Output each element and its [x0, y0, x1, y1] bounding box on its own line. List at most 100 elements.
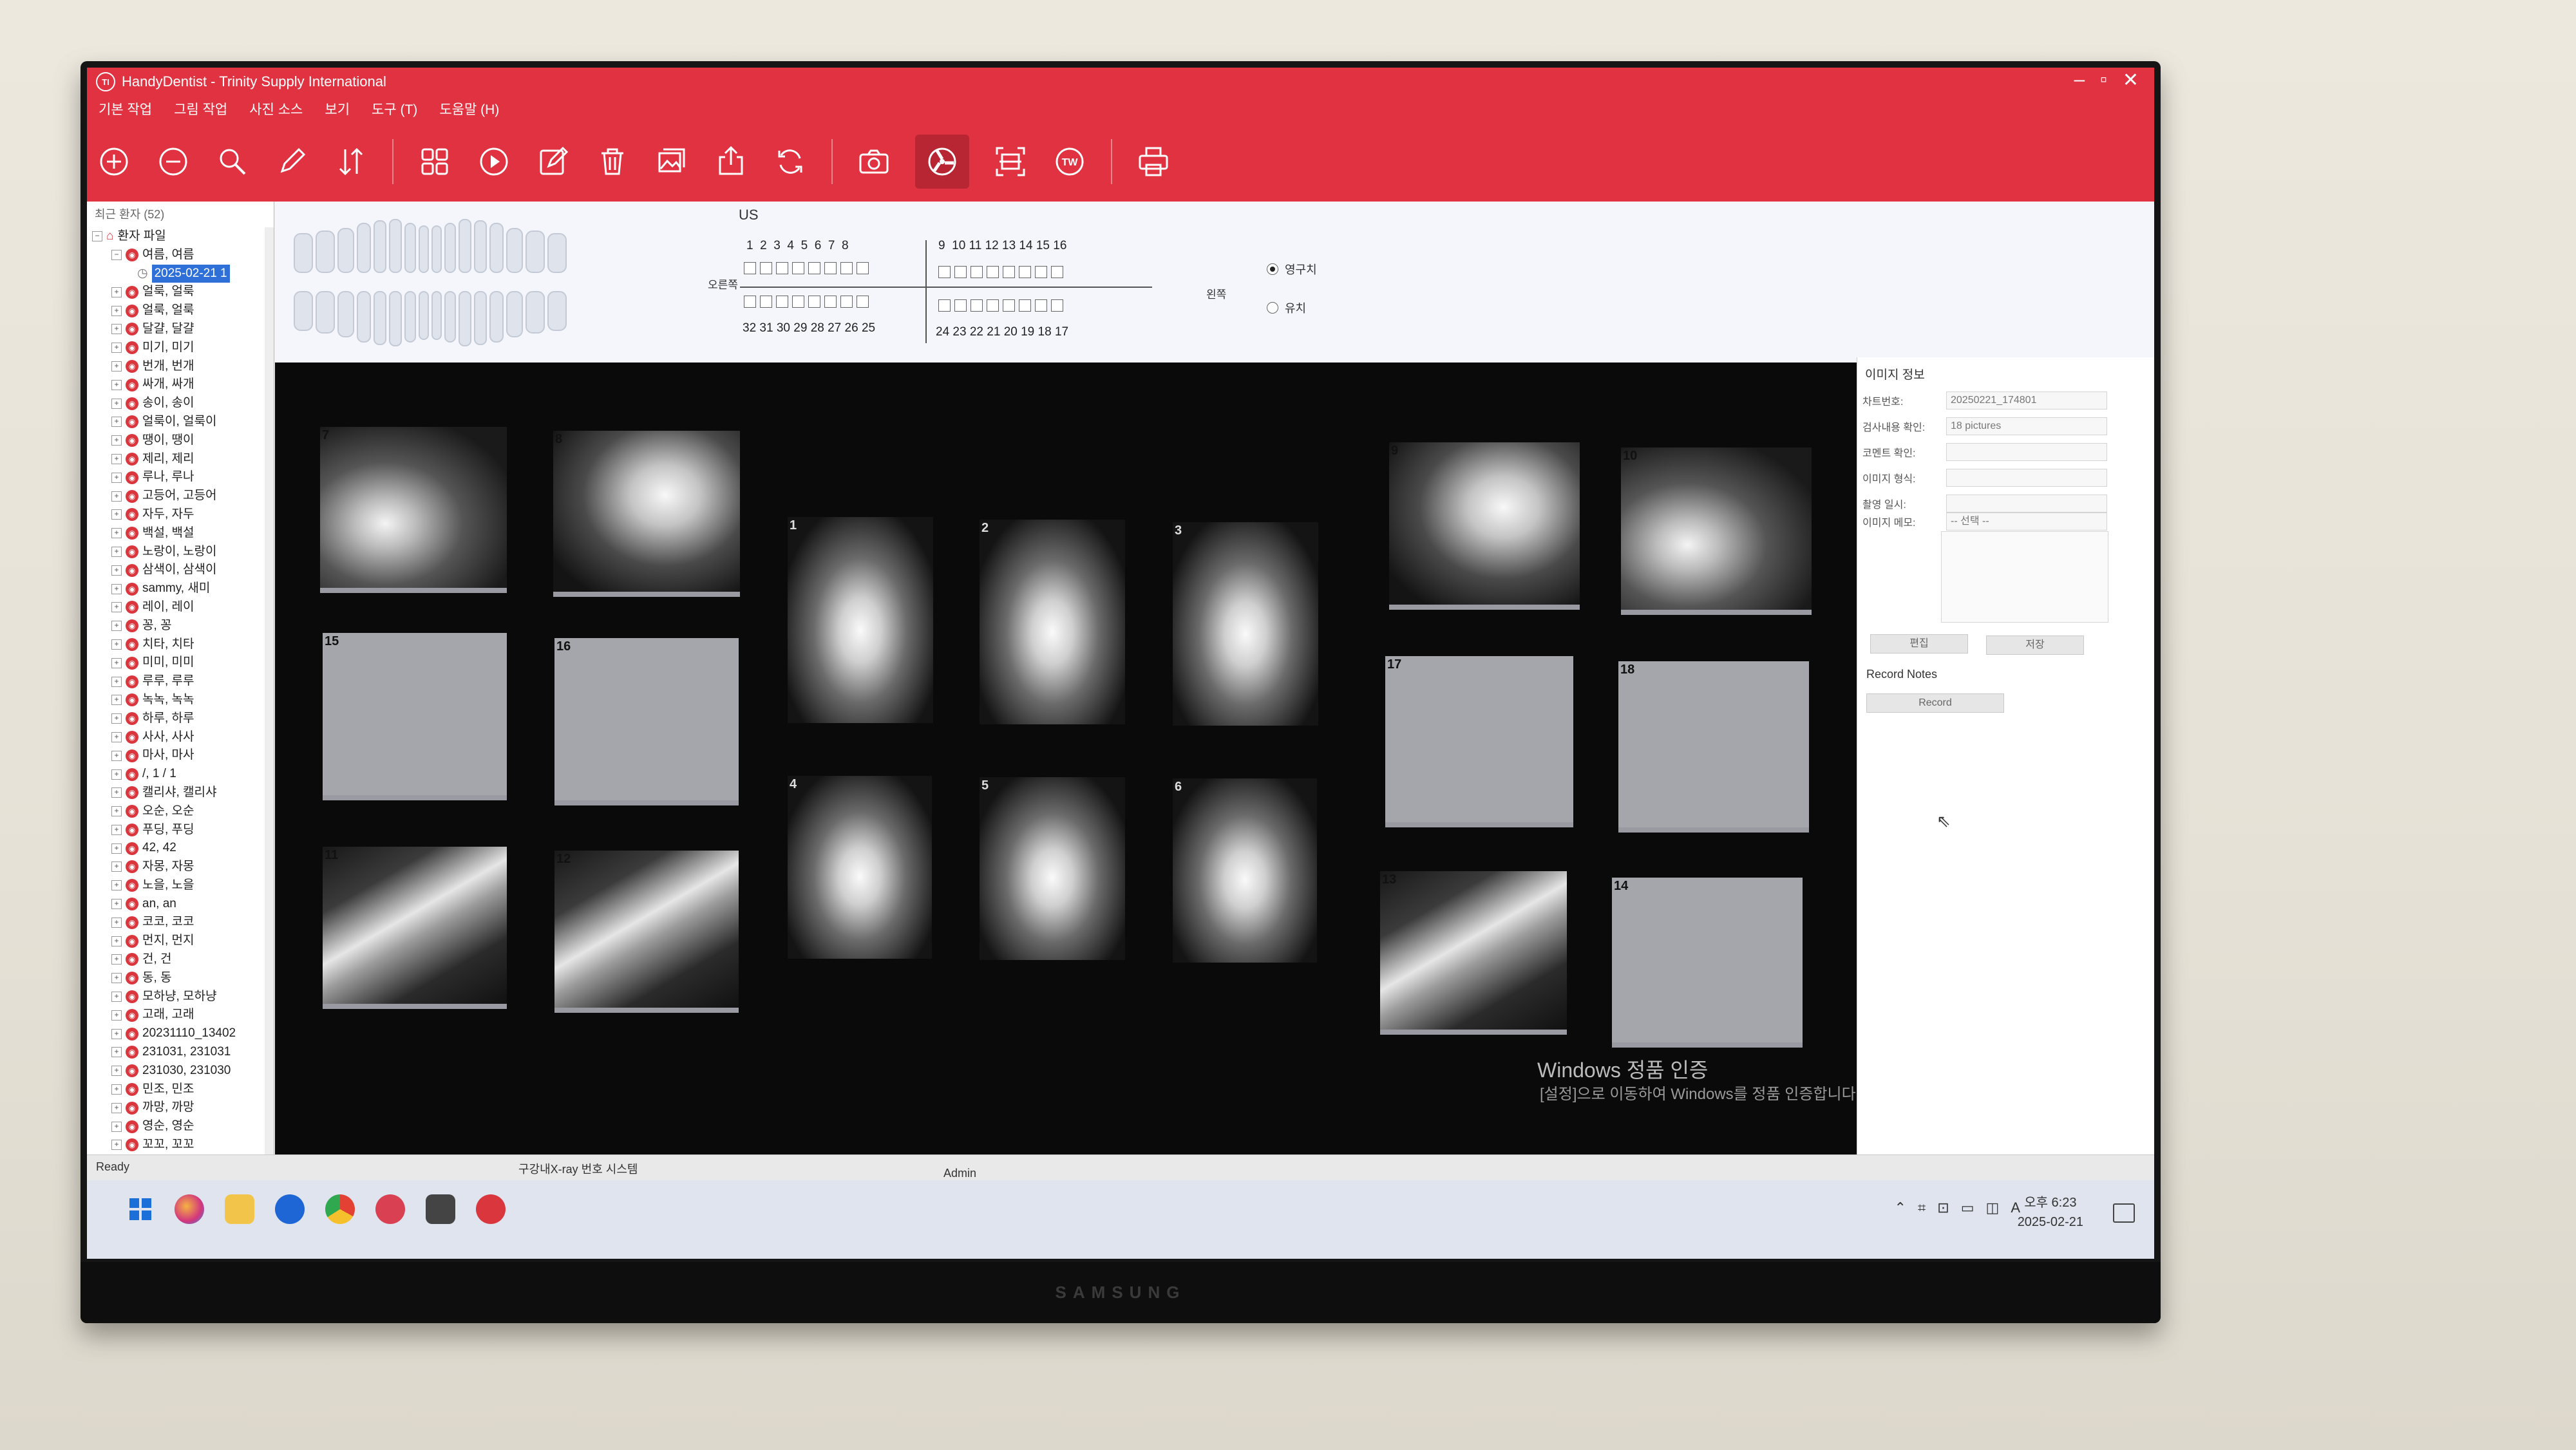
patient-item[interactable]: + ◉ sammy, 새미 [92, 579, 267, 598]
expand-icon[interactable]: + [111, 509, 122, 520]
expand-icon[interactable]: + [111, 695, 122, 706]
patient-item[interactable]: + ◉ 번개, 번개 [92, 357, 267, 376]
patient-item[interactable]: + ◉ 까망, 까망 [92, 1098, 267, 1117]
patient-item[interactable]: + ◉ 노랑이, 노랑이 [92, 543, 267, 561]
expand-icon[interactable]: + [111, 676, 122, 687]
patient-list-scrollbar[interactable] [265, 227, 274, 1154]
exam-date-node[interactable]: ◷ 2025-02-21 1 [92, 264, 267, 283]
patient-item[interactable]: + ◉ 레이, 레이 [92, 598, 267, 617]
expand-icon[interactable]: + [111, 973, 122, 984]
image-format-field[interactable] [1946, 469, 2107, 487]
xray-slot[interactable]: 13 [1380, 871, 1567, 1035]
patient-item[interactable]: + ◉ 치타, 치타 [92, 636, 267, 654]
patient-item[interactable]: + ◉ 꼬꼬, 꼬꼬 [92, 1136, 267, 1154]
patient-item[interactable]: + ◉ 코코, 코코 [92, 913, 267, 932]
xray-slot[interactable]: 7 [320, 427, 507, 593]
expand-icon[interactable]: + [111, 398, 122, 409]
patient-item[interactable]: + ◉ 사사, 사사 [92, 728, 267, 747]
print-icon[interactable] [1135, 144, 1171, 180]
patient-item[interactable]: + ◉ 마사, 마사 [92, 746, 267, 765]
expand-icon[interactable]: + [111, 435, 122, 446]
gallery-icon[interactable] [654, 144, 690, 180]
patient-item[interactable]: + ◉ 삼색이, 삼색이 [92, 561, 267, 579]
refresh-icon[interactable] [772, 144, 808, 180]
chrome-icon[interactable] [325, 1194, 355, 1224]
xray-slot[interactable]: 11 [323, 847, 507, 1009]
patient-item[interactable]: + ◉ 얼룩이, 얼룩이 [92, 413, 267, 431]
patient-item[interactable]: + ◉ an, an [92, 895, 267, 914]
expand-icon[interactable]: + [111, 806, 122, 817]
chevron-up-icon[interactable]: ⌃ [1894, 1200, 1906, 1216]
expand-icon[interactable]: + [111, 565, 122, 576]
patient-item[interactable]: + ◉ 20231110_13402 [92, 1024, 267, 1043]
menu-basic[interactable]: 기본 작업 [99, 99, 152, 118]
expand-icon[interactable]: + [111, 546, 122, 557]
app-dark-icon[interactable] [426, 1194, 455, 1224]
patient-item[interactable]: + ◉ 루루, 루루 [92, 672, 267, 691]
tree-root[interactable]: − ⌂ 환자 파일 [92, 227, 267, 246]
expand-icon[interactable]: + [111, 361, 122, 372]
patient-item[interactable]: + ◉ 달걀, 달걀 [92, 320, 267, 339]
expand-icon[interactable]: + [111, 731, 122, 742]
xray-slot[interactable]: 16 [554, 638, 739, 805]
patient-item[interactable]: + ◉ 영순, 영순 [92, 1117, 267, 1136]
edit-icon[interactable] [535, 144, 571, 180]
expand-icon[interactable]: + [111, 1084, 122, 1095]
xray-slot[interactable]: 4 [788, 776, 932, 959]
expand-icon[interactable]: + [111, 379, 122, 390]
xray-slot[interactable]: 3 [1173, 522, 1318, 726]
xray-slot[interactable]: 6 [1173, 778, 1317, 963]
patient-item[interactable]: + ◉ 건, 건 [92, 950, 267, 969]
expand-icon[interactable]: + [111, 621, 122, 632]
expand-icon[interactable]: + [111, 1047, 122, 1058]
display-icon[interactable]: ▭ [1961, 1200, 1975, 1216]
patient-item[interactable]: + ◉ 고등어, 고등어 [92, 487, 267, 505]
menu-view[interactable]: 보기 [325, 99, 350, 118]
close-icon[interactable]: ✕ [2123, 69, 2139, 91]
patient-item[interactable]: + ◉ 얼룩, 얼룩 [92, 301, 267, 320]
patient-item[interactable]: + ◉ 녹녹, 녹녹 [92, 691, 267, 710]
patient-item[interactable]: + ◉ 백설, 백설 [92, 524, 267, 543]
expand-icon[interactable]: + [111, 453, 122, 464]
collapse-icon[interactable]: − [111, 250, 122, 261]
windows-start-icon[interactable] [126, 1194, 155, 1224]
pencil-icon[interactable] [274, 144, 310, 180]
xray-slot[interactable]: 12 [554, 851, 739, 1013]
image-memo-select[interactable]: -- 선택 -- [1946, 513, 2107, 531]
upper-left-checkboxes[interactable] [938, 266, 1063, 278]
scan-icon[interactable] [992, 144, 1028, 180]
patient-item[interactable]: + ◉ 송이, 송이 [92, 394, 267, 413]
patient-item[interactable]: + ◉ 42, 42 [92, 839, 267, 858]
xray-slot[interactable]: 10 [1621, 447, 1812, 615]
expand-icon[interactable]: + [111, 862, 122, 872]
xray-slot[interactable]: 9 [1389, 442, 1580, 610]
xray-slot[interactable]: 5 [980, 777, 1125, 960]
expand-icon[interactable]: + [111, 1140, 122, 1151]
patient-item[interactable]: + ◉ 231031, 231031 [92, 1043, 267, 1062]
chart-number-field[interactable]: 20250221_174801 [1946, 391, 2107, 410]
notification-icon[interactable] [2113, 1203, 2135, 1223]
search-icon[interactable] [214, 144, 251, 180]
expand-icon[interactable]: + [111, 324, 122, 335]
expand-icon[interactable]: + [111, 491, 122, 502]
patient-item[interactable]: + ◉ 푸딩, 푸딩 [92, 821, 267, 840]
save-button[interactable]: 저장 [1986, 636, 2084, 655]
clock[interactable]: 오후 6:23 2025-02-21 [2018, 1193, 2083, 1232]
patient-item[interactable]: + ◉ 오순, 오순 [92, 802, 267, 821]
menu-tools[interactable]: 도구 (T) [372, 99, 417, 118]
memo-textarea[interactable] [1941, 531, 2108, 623]
patient-item[interactable]: + ◉ 루나, 루나 [92, 468, 267, 487]
patient-item[interactable]: + ◉ 제리, 제리 [92, 450, 267, 469]
patient-expanded[interactable]: − ◉ 여름, 여름 [92, 246, 267, 265]
xray-slot[interactable]: 14 [1612, 878, 1803, 1048]
expand-icon[interactable]: + [111, 1121, 122, 1132]
xray-slot[interactable]: 1 [788, 517, 933, 723]
deciduous-teeth-radio[interactable]: 유치 [1267, 299, 1306, 316]
expand-icon[interactable]: + [111, 639, 122, 650]
sort-icon[interactable] [333, 144, 369, 180]
xray-source-icon[interactable] [915, 135, 969, 189]
volume-icon[interactable]: ◫ [1986, 1200, 2000, 1216]
zoom-out-icon[interactable] [155, 144, 191, 180]
menu-photo-source[interactable]: 사진 소스 [249, 99, 303, 118]
expand-icon[interactable]: + [111, 287, 122, 297]
